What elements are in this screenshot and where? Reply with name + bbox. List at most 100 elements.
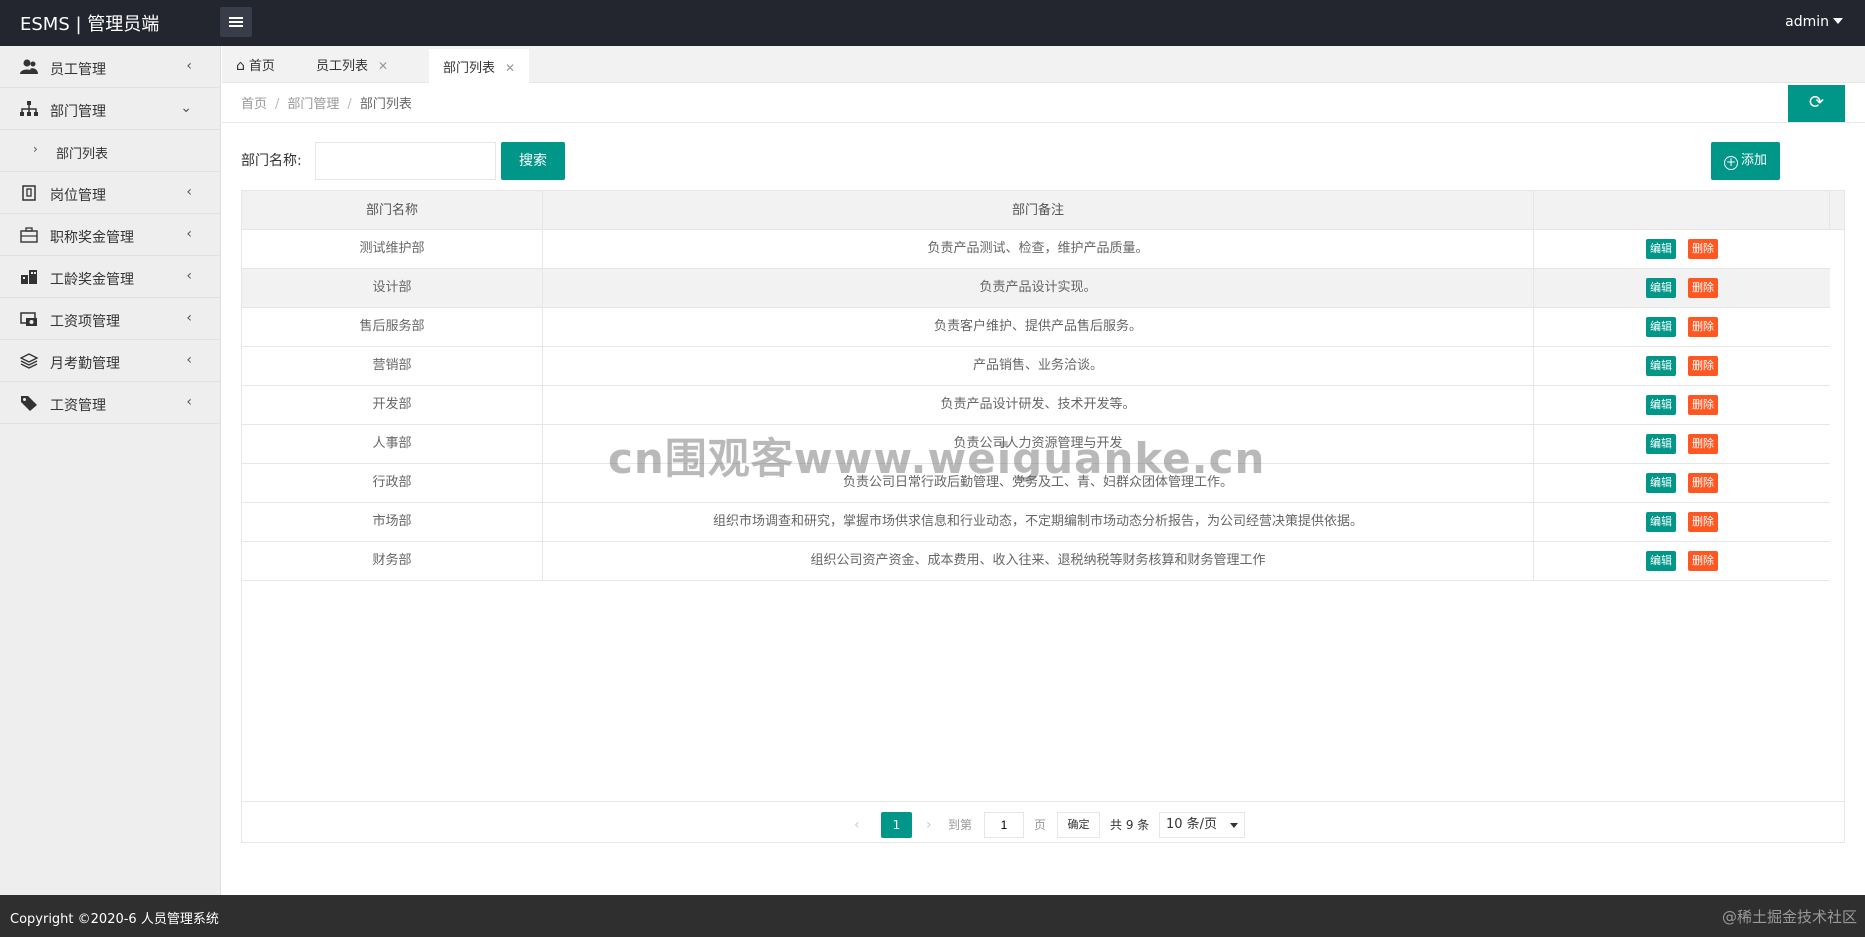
sidebar-item-seniority-bonus[interactable]: 工龄奖金管理 ‹ — [0, 256, 220, 298]
sidebar-item-label: 部门管理 — [50, 104, 106, 120]
footer: Copyright ©2020-6 人员管理系统 @稀土掘金技术社区 — [0, 895, 1865, 937]
sidebar-item-employee[interactable]: 员工管理 ‹ — [0, 46, 220, 88]
sidebar-subitem-label: 部门列表 — [56, 147, 109, 162]
tab-employee-list[interactable]: 员工列表 ✕ — [302, 49, 402, 83]
tab-department-list[interactable]: 部门列表 ✕ — [429, 49, 530, 83]
chevron-left-icon: ‹ — [186, 184, 192, 200]
chevron-down-icon: ⌄ — [180, 100, 192, 116]
column-header-name: 部门名称 — [242, 191, 543, 230]
table-header: 部门名称 部门备注 — [242, 191, 1844, 230]
breadcrumb: 首页 / 部门管理 / 部门列表 — [241, 93, 412, 112]
delete-button[interactable]: 删除 — [1688, 316, 1718, 337]
delete-button[interactable]: 删除 — [1688, 355, 1718, 376]
sidebar-item-attendance[interactable]: 月考勤管理 ‹ — [0, 340, 220, 382]
edit-button[interactable]: 编辑 — [1646, 277, 1676, 298]
cell-department-note: 负责产品设计实现。 — [543, 269, 1534, 308]
cell-department-name: 市场部 — [242, 503, 543, 542]
sidebar-item-salary[interactable]: 工资管理 ‹ — [0, 382, 220, 424]
breadcrumb-home[interactable]: 首页 — [241, 97, 267, 112]
app-title: ESMS | 管理员端 — [20, 14, 160, 35]
goto-page-input[interactable] — [984, 812, 1024, 838]
edit-button[interactable]: 编辑 — [1646, 433, 1676, 454]
edit-button[interactable]: 编辑 — [1646, 316, 1676, 337]
edit-button[interactable]: 编辑 — [1646, 355, 1676, 376]
sidebar-item-department[interactable]: 部门管理 ⌄ — [0, 88, 220, 130]
page-size-select[interactable]: 10 条/页 — [1159, 812, 1245, 838]
add-button-label: 添加 — [1740, 153, 1767, 168]
cell-actions: 编辑 删除 — [1534, 347, 1830, 386]
department-name-input[interactable] — [315, 142, 496, 180]
cell-actions: 编辑 删除 — [1534, 308, 1830, 347]
prev-page-icon[interactable]: ‹ — [854, 812, 860, 838]
cell-actions: 编辑 删除 — [1534, 542, 1830, 581]
sidebar-item-salary-item[interactable]: 工资项管理 ‹ — [0, 298, 220, 340]
edit-button[interactable]: 编辑 — [1646, 511, 1676, 532]
chevron-right-icon: › — [33, 142, 38, 156]
user-menu[interactable]: admin — [1785, 14, 1843, 30]
goto-confirm-button[interactable]: 确定 — [1057, 812, 1100, 838]
breadcrumb-bar: 首页 / 部门管理 / 部门列表 ⟳ — [222, 83, 1865, 123]
sidebar-item-label: 员工管理 — [50, 62, 106, 78]
breadcrumb-separator: / — [275, 97, 280, 112]
cell-actions: 编辑 删除 — [1534, 503, 1830, 542]
edit-button[interactable]: 编辑 — [1646, 472, 1676, 493]
delete-button[interactable]: 删除 — [1688, 550, 1718, 571]
close-icon[interactable]: ✕ — [505, 61, 515, 75]
breadcrumb-mid[interactable]: 部门管理 — [287, 97, 339, 112]
column-header-note: 部门备注 — [543, 191, 1534, 230]
home-icon: ⌂ — [236, 58, 245, 74]
hamburger-icon — [229, 17, 243, 19]
caret-down-icon — [1833, 18, 1843, 24]
goto-label: 到第 — [948, 818, 973, 832]
edit-button[interactable]: 编辑 — [1646, 238, 1676, 259]
cell-department-note: 产品销售、业务洽谈。 — [543, 347, 1534, 386]
table-row: 财务部 组织公司资产资金、成本费用、收入往来、退税纳税等财务核算和财务管理工作 编辑… — [242, 542, 1830, 581]
table-row: 营销部 产品销售、业务洽谈。 编辑 删除 — [242, 347, 1830, 386]
id-badge-icon — [20, 185, 38, 201]
refresh-button[interactable]: ⟳ — [1788, 85, 1845, 122]
delete-button[interactable]: 删除 — [1688, 433, 1718, 454]
table-row: 售后服务部 负责客户维护、提供产品售后服务。 编辑 删除 — [242, 308, 1830, 347]
user-name: admin — [1785, 14, 1829, 30]
cell-actions: 编辑 删除 — [1534, 425, 1830, 464]
cell-department-name: 测试维护部 — [242, 230, 543, 269]
menu-toggle-button[interactable] — [220, 7, 252, 37]
cell-department-name: 人事部 — [242, 425, 543, 464]
user-group-icon — [20, 59, 38, 75]
sidebar-item-label: 月考勤管理 — [50, 356, 120, 372]
sidebar-item-title-bonus[interactable]: 职称奖金管理 ‹ — [0, 214, 220, 256]
edit-button[interactable]: 编辑 — [1646, 550, 1676, 571]
sidebar-item-label: 岗位管理 — [50, 188, 106, 204]
cell-department-name: 售后服务部 — [242, 308, 543, 347]
cell-department-note: 负责客户维护、提供产品售后服务。 — [543, 308, 1534, 347]
delete-button[interactable]: 删除 — [1688, 394, 1718, 415]
edit-button[interactable]: 编辑 — [1646, 394, 1676, 415]
chevron-left-icon: ‹ — [186, 226, 192, 242]
sidebar-item-label: 工龄奖金管理 — [50, 272, 134, 288]
cell-actions: 编辑 删除 — [1534, 230, 1830, 269]
delete-button[interactable]: 删除 — [1688, 277, 1718, 298]
chevron-left-icon: ‹ — [186, 352, 192, 368]
table-row: 市场部 组织市场调查和研究，掌握市场供求信息和行业动态，不定期编制市场动态分析报告… — [242, 503, 1830, 542]
close-icon[interactable]: ✕ — [378, 59, 388, 73]
tab-bar: ⌂ 首页 员工列表 ✕ 部门列表 ✕ — [222, 46, 1865, 83]
delete-button[interactable]: 删除 — [1688, 472, 1718, 493]
search-button[interactable]: 搜索 — [501, 142, 565, 180]
cell-department-note: 负责产品测试、检查，维护产品质量。 — [543, 230, 1534, 269]
watermark: cn围观客www.weiguanke.cn — [608, 434, 1266, 483]
sidebar-item-position[interactable]: 岗位管理 ‹ — [0, 172, 220, 214]
delete-button[interactable]: 删除 — [1688, 511, 1718, 532]
next-page-icon[interactable]: › — [926, 812, 932, 838]
current-page[interactable]: 1 — [881, 812, 912, 838]
delete-button[interactable]: 删除 — [1688, 238, 1718, 259]
chevron-left-icon: ‹ — [186, 310, 192, 326]
sidebar-subitem-department-list[interactable]: › 部门列表 — [0, 130, 220, 172]
sidebar-item-label: 工资管理 — [50, 398, 106, 414]
add-button[interactable]: + 添加 — [1711, 142, 1780, 180]
cell-actions: 编辑 删除 — [1534, 464, 1830, 503]
tab-home[interactable]: ⌂ 首页 — [222, 49, 289, 83]
tag-icon — [20, 395, 38, 411]
sidebar: 员工管理 ‹ 部门管理 ⌄ › 部门列表 岗位管理 ‹ 职称奖金管理 ‹ 工龄奖… — [0, 46, 221, 895]
table-row: 开发部 负责产品设计研发、技术开发等。 编辑 删除 — [242, 386, 1830, 425]
refresh-icon: ⟳ — [1808, 92, 1825, 113]
